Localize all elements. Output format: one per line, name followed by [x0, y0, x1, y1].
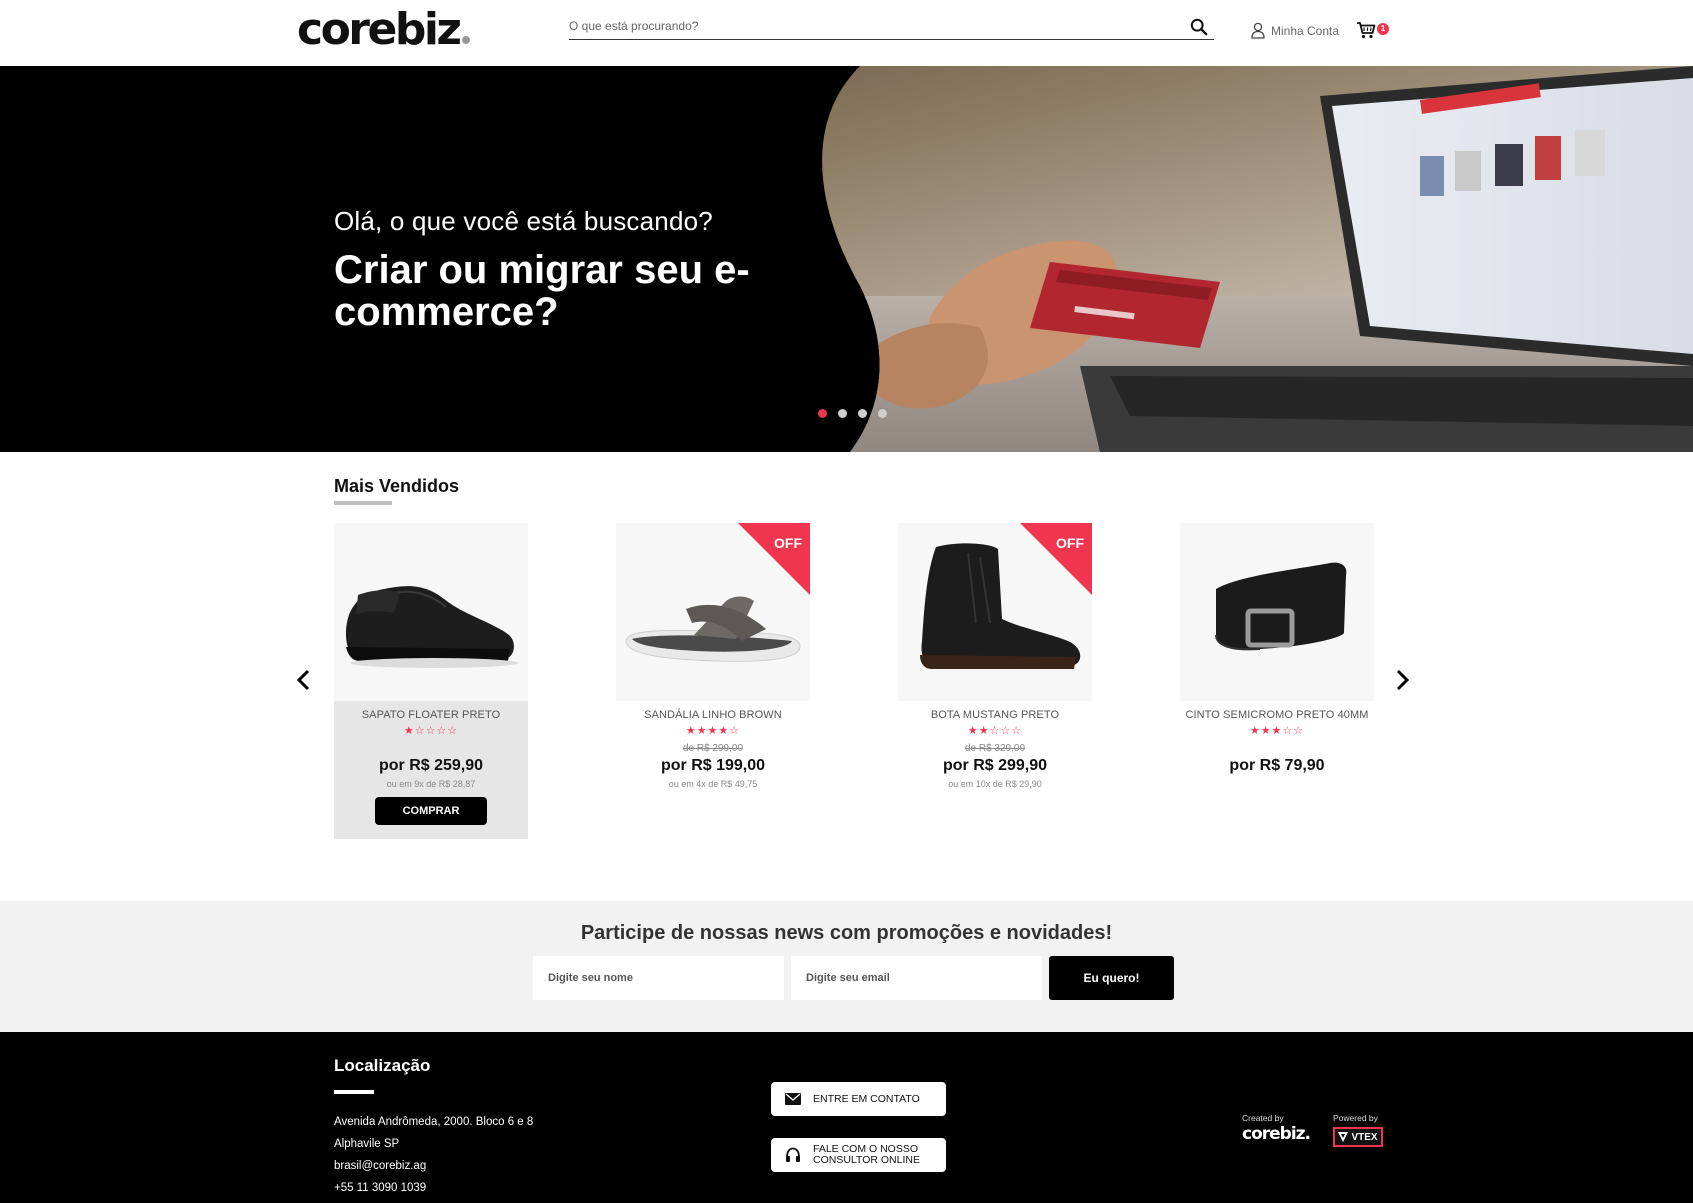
- product-price: por R$ 259,90: [378, 757, 484, 774]
- contact-us-label: ENTRE EM CONTATO: [813, 1092, 920, 1105]
- location-underline: [334, 1090, 374, 1094]
- my-account-label: Minha Conta: [1271, 23, 1340, 38]
- shopping-cart-icon: [1357, 22, 1376, 39]
- off-label: OFF: [1056, 535, 1084, 551]
- off-badge: [1020, 523, 1092, 595]
- off-label: OFF: [774, 535, 802, 551]
- product-price: por R$ 199,00: [660, 757, 766, 774]
- carousel-next-arrow-icon[interactable]: [1392, 668, 1412, 692]
- product-rating-stars: ★★★★☆: [616, 724, 810, 737]
- search-bar: [569, 14, 1214, 40]
- envelope-icon: [785, 1093, 801, 1105]
- product-card[interactable]: SAPATO FLOATER PRETO ★☆☆☆☆ por R$ 259,90…: [334, 523, 528, 839]
- product-image[interactable]: [334, 523, 528, 701]
- product-name[interactable]: BOTA MUSTANG PRETO: [898, 709, 1092, 721]
- vtex-logo: VTEX: [1333, 1127, 1383, 1147]
- carousel-dot-1[interactable]: [818, 409, 827, 418]
- site-header: corebiz Minha Conta 1: [0, 0, 1693, 66]
- product-name[interactable]: SANDÁLIA LINHO BROWN: [616, 709, 810, 721]
- star-empty-icon: ☆☆☆: [989, 725, 1023, 737]
- online-consultant-button[interactable]: FALE COM O NOSSO CONSULTOR ONLINE: [771, 1138, 946, 1172]
- product-name[interactable]: CINTO SEMICROMO PRETO 40MM: [1180, 709, 1374, 721]
- newsletter-title: Participe de nossas news com promoções e…: [580, 922, 1113, 944]
- product-card[interactable]: OFF BOTA MUSTANG PRETO ★★☆☆☆ de R$ 329,0…: [898, 523, 1092, 839]
- address-line: Avenida Andrômeda, 2000. Bloco 6 e 8: [334, 1116, 534, 1128]
- user-icon: [1251, 22, 1265, 39]
- product-rating-stars: ★★☆☆☆: [898, 724, 1092, 737]
- product-installments: ou em 9x de R$ 28,87: [386, 779, 476, 789]
- powered-by-label: Powered by: [1333, 1113, 1378, 1123]
- product-card[interactable]: OFF SANDÁLIA LINHO BROWN ★★★★☆ de R$ 299…: [616, 523, 810, 839]
- title-underline: [334, 501, 392, 505]
- consultant-line-2: CONSULTOR ONLINE: [813, 1154, 920, 1166]
- cart-count-badge: 1: [1377, 23, 1389, 35]
- hero-subtitle: Olá, o que você está buscando?: [334, 206, 713, 236]
- product-card[interactable]: CINTO SEMICROMO PRETO 40MM ★★★☆☆ por R$ …: [1180, 523, 1374, 839]
- created-by-label: Created by: [1242, 1113, 1284, 1123]
- star-empty-icon: ☆: [729, 725, 741, 737]
- logo-dot: [461, 36, 470, 44]
- contact-phone[interactable]: +55 11 3090 1039: [334, 1182, 426, 1194]
- my-account-link[interactable]: Minha Conta: [1251, 22, 1339, 39]
- product-rating-stars: ★☆☆☆☆: [334, 724, 528, 737]
- product-price: por R$ 79,90: [1229, 757, 1325, 774]
- buy-button[interactable]: COMPRAR: [375, 797, 487, 825]
- black-oxford-shoe-image: [334, 523, 528, 701]
- carousel-dot-2[interactable]: [838, 409, 847, 418]
- search-input[interactable]: [569, 14, 1169, 38]
- star-filled-icon: ★: [403, 725, 415, 737]
- product-image[interactable]: [1180, 523, 1374, 701]
- corebiz-footer-logo: corebiz.: [1242, 1124, 1311, 1144]
- star-empty-icon: ☆☆☆☆: [414, 725, 459, 737]
- headset-icon: [786, 1147, 800, 1162]
- vtex-chevron-icon: [1338, 1132, 1349, 1142]
- hero-title: Criar ou migrar seu e-commerce?: [334, 248, 750, 334]
- star-filled-icon: ★★★: [1249, 725, 1283, 737]
- hero-photo-card-laptop: [822, 66, 1693, 452]
- logo-text: corebiz: [297, 4, 462, 55]
- black-leather-belt-image: [1180, 523, 1374, 701]
- corebiz-logo[interactable]: corebiz: [297, 6, 470, 54]
- newsletter-name-input[interactable]: [533, 956, 784, 1000]
- product-image[interactable]: OFF: [616, 523, 810, 701]
- carousel-dots: [818, 409, 887, 418]
- hero-text: Olá, o que você está buscando? Criar ou …: [334, 206, 754, 333]
- product-image[interactable]: OFF: [898, 523, 1092, 701]
- best-sellers-title: Mais Vendidos: [334, 476, 460, 496]
- cart-button[interactable]: 1: [1356, 21, 1392, 43]
- site-footer: Localização Avenida Andrômeda, 2000. Blo…: [0, 1032, 1693, 1203]
- location-title: Localização: [334, 1056, 431, 1075]
- newsletter-email-input[interactable]: [791, 956, 1042, 1000]
- star-filled-icon: ★★★★: [685, 725, 730, 737]
- contact-us-button[interactable]: ENTRE EM CONTATO: [771, 1082, 946, 1116]
- off-badge: [738, 523, 810, 595]
- address-city: Alphavile SP: [334, 1138, 400, 1150]
- created-by-credit[interactable]: Created by corebiz.: [1242, 1113, 1311, 1144]
- product-list-price: de R$ 299,00: [682, 743, 744, 754]
- product-installments: ou em 4x de R$ 49,75: [668, 779, 758, 789]
- product-price: por R$ 299,90: [942, 757, 1048, 774]
- newsletter-submit-button[interactable]: Eu quero!: [1049, 956, 1174, 1000]
- product-installments: ou em 10x de R$ 29,90: [948, 779, 1042, 789]
- newsletter-section: Participe de nossas news com promoções e…: [0, 901, 1693, 1032]
- product-name[interactable]: SAPATO FLOATER PRETO: [334, 709, 528, 721]
- powered-by-credit[interactable]: Powered by VTEX: [1333, 1113, 1383, 1147]
- star-empty-icon: ☆☆: [1282, 725, 1305, 737]
- online-consultant-label: FALE COM O NOSSO CONSULTOR ONLINE: [813, 1144, 920, 1166]
- carousel-dot-4[interactable]: [878, 409, 887, 418]
- contact-email[interactable]: brasil@corebiz.ag: [334, 1160, 426, 1172]
- star-filled-icon: ★★: [967, 725, 990, 737]
- product-list-price: de R$ 329,00: [964, 743, 1026, 754]
- hero-banner[interactable]: Olá, o que você está buscando? Criar ou …: [0, 66, 1693, 452]
- carousel-dot-3[interactable]: [858, 409, 867, 418]
- search-icon[interactable]: [1190, 18, 1208, 36]
- vtex-logo-text: VTEX: [1351, 1131, 1378, 1143]
- product-rating-stars: ★★★☆☆: [1180, 724, 1374, 737]
- carousel-prev-arrow-icon[interactable]: [294, 668, 314, 692]
